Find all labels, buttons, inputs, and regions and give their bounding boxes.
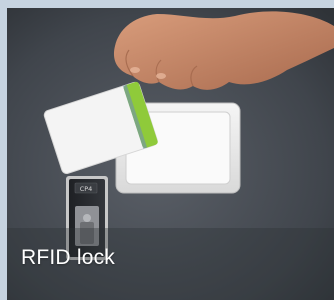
caption: RFID lock [21, 246, 115, 269]
image-frame: CP4 RFID lock [0, 0, 334, 300]
lock-display-text: CP4 [80, 185, 93, 193]
